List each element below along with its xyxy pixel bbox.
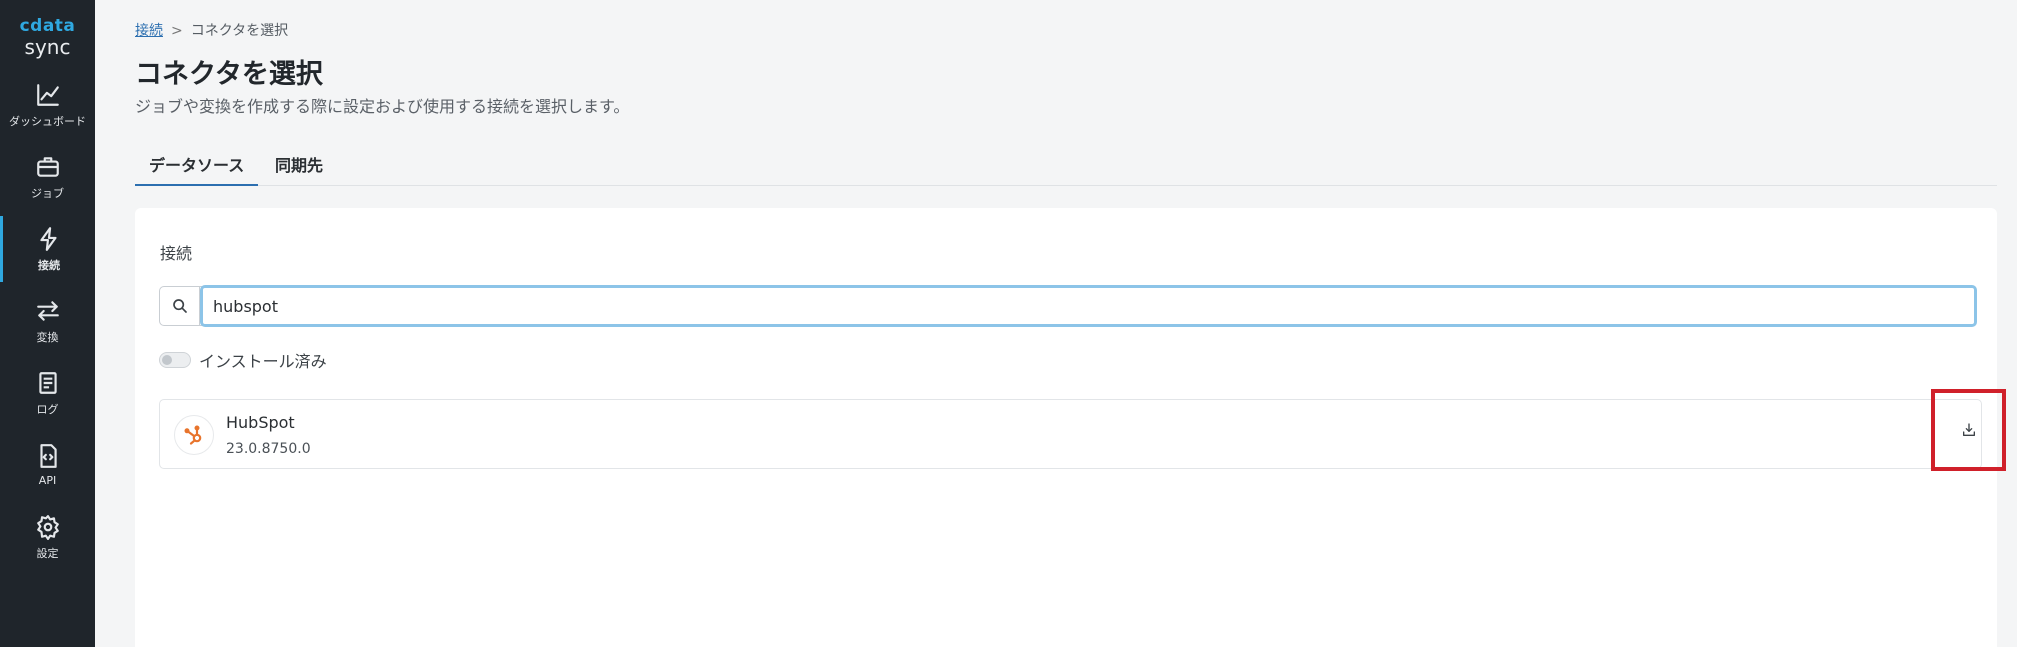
page-title: コネクタを選択 — [135, 59, 323, 90]
connector-row-hubspot[interactable]: HubSpot 23.0.8750.0 — [159, 389, 2006, 471]
code-file-icon — [39, 444, 57, 468]
sidebar-item-logs[interactable]: ログ — [0, 360, 95, 426]
connections-card: 接続 インストール済み — [135, 208, 2006, 647]
connector-name: HubSpot — [226, 413, 295, 432]
sidebar-item-jobs[interactable]: ジョブ — [0, 144, 95, 210]
sidebar-item-connections[interactable]: 接続 — [0, 216, 95, 282]
sidebar-item-label: ログ — [36, 402, 59, 416]
toggle-knob — [162, 355, 172, 365]
installed-toggle-label: インストール済み — [199, 352, 327, 371]
search-box — [159, 285, 1977, 327]
logo-wordmark: cdata — [19, 16, 76, 36]
sidebar-item-settings[interactable]: 設定 — [0, 504, 95, 570]
sidebar-item-label: ダッシュボード — [9, 114, 86, 128]
breadcrumb-link-connections[interactable]: 接続 — [135, 23, 163, 39]
tab-destination[interactable]: 同期先 — [261, 144, 337, 186]
installed-filter: インストール済み — [159, 348, 327, 372]
breadcrumb-current: コネクタを選択 — [190, 23, 289, 39]
sidebar-item-api[interactable]: API — [0, 432, 95, 498]
cdata-sync-logo[interactable]: cdata sync — [0, 16, 95, 58]
sidebar: cdata sync ダッシュボード ジョブ 接続 変換 ログ API 設定 — [0, 0, 95, 647]
sidebar-item-transform[interactable]: 変換 — [0, 288, 95, 354]
download-button[interactable] — [1931, 389, 2006, 471]
search-input[interactable] — [200, 285, 1977, 327]
swap-arrows-icon — [36, 300, 59, 321]
book-icon — [38, 371, 57, 394]
sidebar-item-dashboard[interactable]: ダッシュボード — [0, 72, 95, 138]
hubspot-icon — [174, 415, 214, 455]
chart-line-icon — [36, 83, 59, 106]
breadcrumb-separator: > — [171, 23, 183, 39]
lightning-icon — [40, 226, 57, 251]
breadcrumb: 接続 > コネクタを選択 — [135, 20, 288, 40]
download-icon — [1962, 423, 1975, 436]
installed-toggle[interactable] — [159, 352, 191, 368]
sidebar-item-label: 接続 — [38, 258, 60, 272]
search-icon — [160, 287, 200, 325]
tab-data-source[interactable]: データソース — [135, 144, 259, 186]
tab-bar: データソース 同期先 — [135, 144, 1997, 186]
sidebar-item-label: API — [38, 474, 57, 487]
gear-icon — [36, 514, 59, 540]
logo-subtitle: sync — [24, 35, 71, 59]
briefcase-icon — [36, 156, 59, 177]
sidebar-item-label: 設定 — [36, 546, 59, 560]
section-label: 接続 — [160, 244, 193, 263]
page-description: ジョブや変換を作成する際に設定および使用する接続を選択します。 — [135, 97, 630, 116]
connector-version: 23.0.8750.0 — [226, 441, 311, 457]
sidebar-item-label: ジョブ — [31, 186, 64, 200]
sidebar-item-label: 変換 — [36, 330, 59, 344]
main-content: 接続 > コネクタを選択 コネクタを選択 ジョブや変換を作成する際に設定および使用す… — [95, 0, 2017, 647]
